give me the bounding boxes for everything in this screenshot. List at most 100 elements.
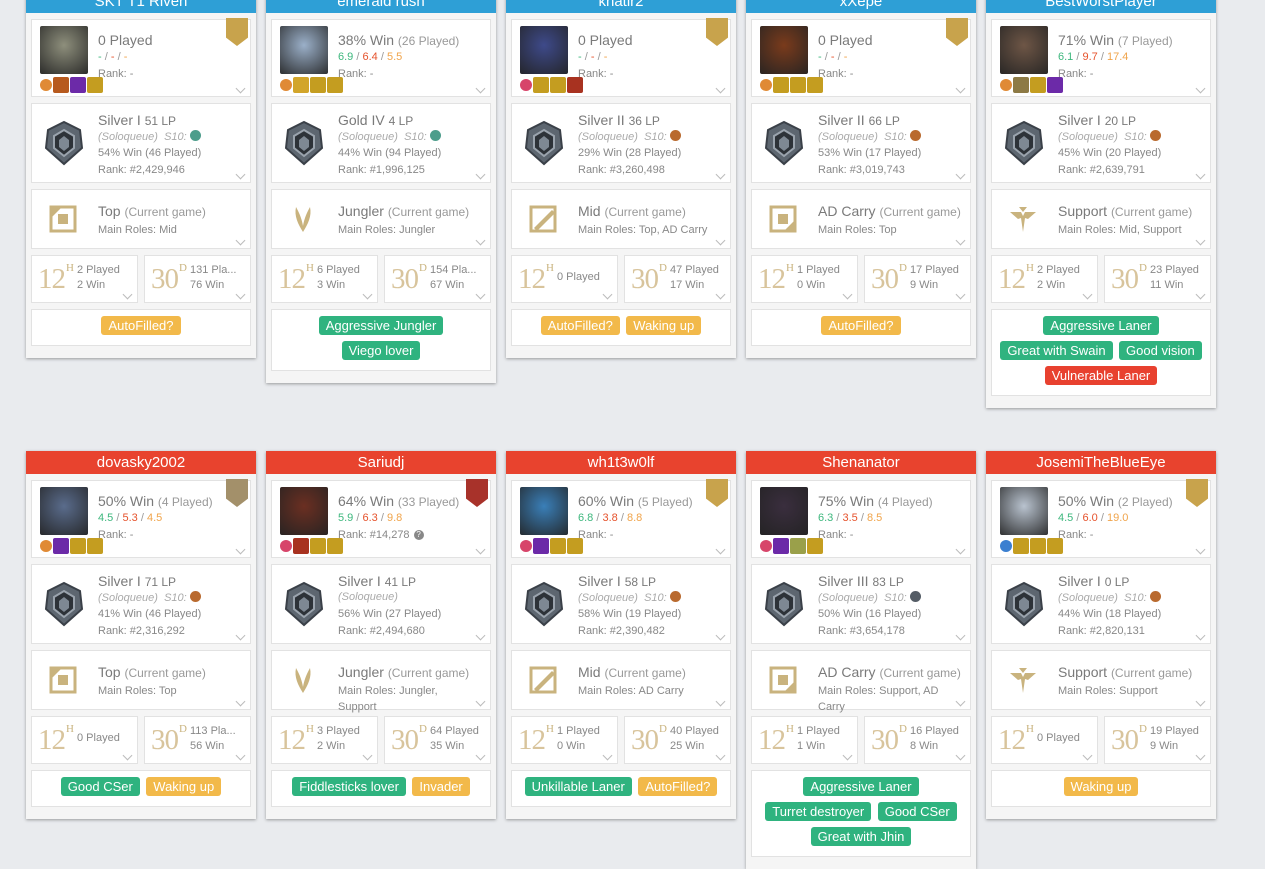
- chevron-down-icon[interactable]: [602, 289, 613, 300]
- player-name[interactable]: Shenanator: [746, 451, 976, 474]
- chevron-down-icon[interactable]: [1195, 83, 1206, 94]
- chevron-down-icon[interactable]: [362, 289, 373, 300]
- chevron-down-icon[interactable]: [475, 750, 486, 761]
- last-30-days-stats[interactable]: 30D 19 Played 9 Win: [1104, 716, 1211, 764]
- chevron-down-icon[interactable]: [1195, 750, 1206, 761]
- player-tag[interactable]: Aggressive Jungler: [318, 316, 444, 335]
- chevron-down-icon[interactable]: [475, 169, 486, 180]
- chevron-down-icon[interactable]: [1082, 750, 1093, 761]
- player-name[interactable]: JosemiTheBlueEye: [986, 451, 1216, 474]
- last-30-days-stats[interactable]: 30D 16 Played 8 Win: [864, 716, 971, 764]
- chevron-down-icon[interactable]: [715, 83, 726, 94]
- player-name[interactable]: xXepe: [746, 0, 976, 13]
- last-12-hours-stats[interactable]: 12H 0 Played: [991, 716, 1098, 764]
- chevron-down-icon[interactable]: [475, 83, 486, 94]
- chevron-down-icon[interactable]: [602, 750, 613, 761]
- champion-stats-panel[interactable]: 60% Win (5 Played) 6.8 / 3.8 / 8.8 Rank:…: [511, 479, 731, 558]
- player-name[interactable]: BestWorstPlayer: [986, 0, 1216, 13]
- role-panel[interactable]: Jungler (Current game) Main Roles: Jungl…: [271, 189, 491, 249]
- champion-stats-panel[interactable]: 75% Win (4 Played) 6.3 / 3.5 / 8.5 Rank:…: [751, 480, 971, 558]
- player-tag[interactable]: Good CSer: [60, 777, 140, 796]
- ranked-panel[interactable]: Silver I 51 LP (Soloqueue) S10: 54% Win …: [31, 103, 251, 183]
- last-12-hours-stats[interactable]: 12H 6 Played 3 Win: [271, 255, 378, 303]
- chevron-down-icon[interactable]: [1195, 630, 1206, 641]
- chevron-down-icon[interactable]: [1082, 289, 1093, 300]
- chevron-down-icon[interactable]: [955, 750, 966, 761]
- last-12-hours-stats[interactable]: 12H 1 Played 0 Win: [511, 716, 618, 764]
- champion-stats-panel[interactable]: 50% Win (2 Played) 4.5 / 6.0 / 19.0 Rank…: [991, 479, 1211, 558]
- player-tag[interactable]: Turret destroyer: [765, 802, 872, 821]
- chevron-down-icon[interactable]: [842, 750, 853, 761]
- last-30-days-stats[interactable]: 30D 131 Pla... 76 Win: [144, 255, 251, 303]
- chevron-down-icon[interactable]: [475, 235, 486, 246]
- player-tag[interactable]: Aggressive Laner: [803, 777, 919, 796]
- player-name[interactable]: wh1t3w0lf: [506, 451, 736, 474]
- ranked-panel[interactable]: Silver I 20 LP (Soloqueue) S10: 45% Win …: [991, 103, 1211, 183]
- chevron-down-icon[interactable]: [235, 630, 246, 641]
- ranked-panel[interactable]: Silver III 83 LP (Soloqueue) S10: 50% Wi…: [751, 564, 971, 644]
- chevron-down-icon[interactable]: [1195, 289, 1206, 300]
- player-tag[interactable]: AutoFilled?: [638, 777, 718, 796]
- role-panel[interactable]: Support (Current game) Main Roles: Suppo…: [991, 650, 1211, 710]
- player-tag[interactable]: Invader: [412, 777, 470, 796]
- role-panel[interactable]: Mid (Current game) Main Roles: Top, AD C…: [511, 189, 731, 249]
- help-icon[interactable]: ?: [413, 530, 424, 540]
- player-tag[interactable]: Waking up: [1063, 777, 1139, 796]
- champion-stats-panel[interactable]: 71% Win (7 Played) 6.1 / 9.7 / 17.4 Rank…: [991, 19, 1211, 97]
- chevron-down-icon[interactable]: [955, 235, 966, 246]
- chevron-down-icon[interactable]: [715, 696, 726, 707]
- chevron-down-icon[interactable]: [955, 83, 966, 94]
- player-name[interactable]: Sariudj: [266, 451, 496, 474]
- champion-stats-panel[interactable]: 64% Win (33 Played) 5.9 / 6.3 / 9.8 Rank…: [271, 479, 491, 558]
- chevron-down-icon[interactable]: [475, 544, 486, 555]
- last-30-days-stats[interactable]: 30D 64 Played 35 Win: [384, 716, 491, 764]
- champion-stats-panel[interactable]: 0 Played - / - / - Rank: -: [751, 18, 971, 97]
- role-panel[interactable]: Top (Current game) Main Roles: Mid: [31, 189, 251, 249]
- player-tag[interactable]: Waking up: [146, 777, 222, 796]
- role-panel[interactable]: Top (Current game) Main Roles: Top: [31, 650, 251, 710]
- chevron-down-icon[interactable]: [235, 696, 246, 707]
- role-panel[interactable]: AD Carry (Current game) Main Roles: Top: [751, 189, 971, 249]
- player-tag[interactable]: AutoFilled?: [101, 316, 181, 335]
- player-tag[interactable]: Aggressive Laner: [1043, 316, 1159, 335]
- chevron-down-icon[interactable]: [475, 630, 486, 641]
- chevron-down-icon[interactable]: [235, 544, 246, 555]
- player-name[interactable]: khatir2: [506, 0, 736, 13]
- last-12-hours-stats[interactable]: 12H 3 Played 2 Win: [271, 716, 378, 764]
- last-30-days-stats[interactable]: 30D 17 Played 9 Win: [864, 255, 971, 303]
- chevron-down-icon[interactable]: [122, 289, 133, 300]
- chevron-down-icon[interactable]: [715, 169, 726, 180]
- chevron-down-icon[interactable]: [715, 750, 726, 761]
- chevron-down-icon[interactable]: [235, 169, 246, 180]
- chevron-down-icon[interactable]: [235, 235, 246, 246]
- chevron-down-icon[interactable]: [235, 83, 246, 94]
- player-name[interactable]: dovasky2002: [26, 451, 256, 474]
- chevron-down-icon[interactable]: [122, 750, 133, 761]
- last-30-days-stats[interactable]: 30D 154 Pla... 67 Win: [384, 255, 491, 303]
- ranked-panel[interactable]: Silver I 58 LP (Soloqueue) S10: 58% Win …: [511, 564, 731, 644]
- chevron-down-icon[interactable]: [955, 169, 966, 180]
- ranked-panel[interactable]: Gold IV 4 LP (Soloqueue) S10: 44% Win (9…: [271, 103, 491, 183]
- chevron-down-icon[interactable]: [715, 630, 726, 641]
- last-12-hours-stats[interactable]: 12H 1 Played 0 Win: [751, 255, 858, 303]
- chevron-down-icon[interactable]: [1195, 696, 1206, 707]
- chevron-down-icon[interactable]: [715, 235, 726, 246]
- ranked-panel[interactable]: Silver II 66 LP (Soloqueue) S10: 53% Win…: [751, 103, 971, 183]
- last-12-hours-stats[interactable]: 12H 0 Played: [511, 255, 618, 303]
- player-tag[interactable]: Great with Jhin: [810, 827, 912, 846]
- player-tag[interactable]: Fiddlesticks lover: [292, 777, 406, 796]
- last-12-hours-stats[interactable]: 12H 1 Played 1 Win: [751, 716, 858, 764]
- champion-stats-panel[interactable]: 0 Played - / - / - Rank: -: [511, 18, 731, 97]
- chevron-down-icon[interactable]: [1195, 544, 1206, 555]
- player-tag[interactable]: Great with Swain: [1000, 341, 1113, 360]
- player-tag[interactable]: Good vision: [1119, 341, 1202, 360]
- ranked-panel[interactable]: Silver II 36 LP (Soloqueue) S10: 29% Win…: [511, 103, 731, 183]
- ranked-panel[interactable]: Silver I 71 LP (Soloqueue) S10: 41% Win …: [31, 564, 251, 644]
- player-tag[interactable]: AutoFilled?: [821, 316, 901, 335]
- chevron-down-icon[interactable]: [362, 750, 373, 761]
- player-tag[interactable]: Waking up: [626, 316, 702, 335]
- role-panel[interactable]: Jungler (Current game) Main Roles: Jungl…: [271, 650, 491, 713]
- chevron-down-icon[interactable]: [235, 750, 246, 761]
- chevron-down-icon[interactable]: [475, 289, 486, 300]
- player-tag[interactable]: Viego lover: [341, 341, 421, 360]
